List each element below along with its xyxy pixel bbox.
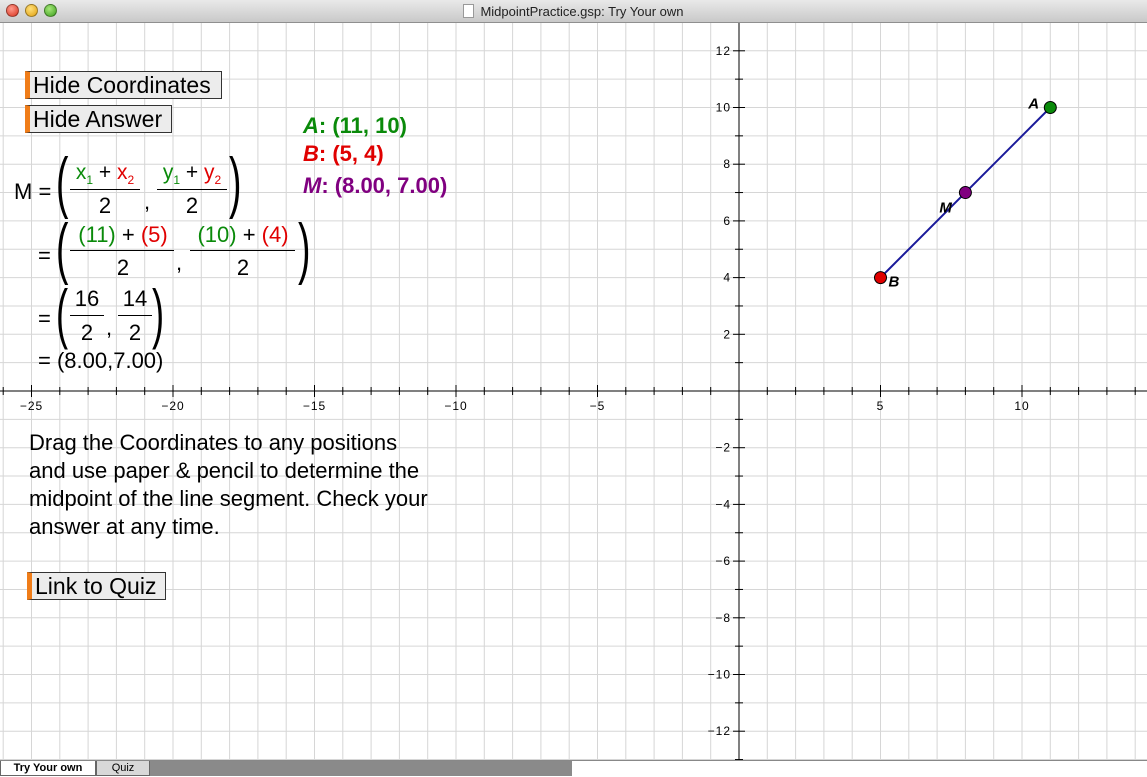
right-paren: ) xyxy=(229,144,242,220)
y-tick-label: 12 xyxy=(716,44,731,58)
graph-canvas[interactable]: −25 −20 −15 −10 −5 5 10−12−10−8−6−4−224681012 … xyxy=(0,23,1147,760)
substituted-x-numerator: (11) + (5) xyxy=(78,222,168,247)
sum-y-denominator: 2 xyxy=(128,320,142,345)
x-tick-label: −20 xyxy=(161,399,184,413)
hide-coordinates-button[interactable]: Hide Coordinates xyxy=(25,71,222,99)
window-title: MidpointPractice.gsp: Try Your own xyxy=(480,3,684,19)
comma: , xyxy=(106,315,113,340)
coord-b-value: : (5, 4) xyxy=(318,141,384,166)
coord-m-name: M xyxy=(303,173,322,198)
instructions-text: Drag the Coordinates to any positions an… xyxy=(29,430,428,539)
x-tick-label: −25 xyxy=(20,399,43,413)
y-tick-label: −4 xyxy=(715,497,731,511)
y-tick-label: −12 xyxy=(708,724,731,738)
y-tick-label: −6 xyxy=(715,554,731,568)
coord-m[interactable]: M: (8.00, 7.00) xyxy=(303,173,447,199)
sum-x-numerator: 16 xyxy=(74,286,100,311)
point-label-b: B xyxy=(889,274,900,291)
tab-quiz[interactable]: Quiz xyxy=(96,761,150,776)
point-label-a: A xyxy=(1027,96,1039,113)
y-tick-label: 4 xyxy=(723,271,731,285)
y-tick-label: −2 xyxy=(715,441,731,455)
formula-y-denominator: 2 xyxy=(185,193,199,218)
formula-x-numerator: x1 + x2 xyxy=(75,161,135,188)
right-paren: ) xyxy=(298,210,311,286)
coord-b[interactable]: B: (5, 4) xyxy=(303,141,384,167)
y-tick-label: 10 xyxy=(716,101,731,115)
x-tick-label: 5 xyxy=(877,399,885,413)
axes xyxy=(0,23,1147,760)
point-b[interactable] xyxy=(874,271,887,285)
fraction-bar xyxy=(157,189,227,190)
horizontal-scrollbar[interactable] xyxy=(150,761,572,776)
document-icon xyxy=(463,4,475,18)
equals-sign: = xyxy=(38,243,51,268)
coord-a-name: A xyxy=(303,113,319,138)
y-tick-label: −8 xyxy=(715,611,731,625)
point-label-m: M xyxy=(939,200,952,217)
fraction-bar xyxy=(70,315,104,316)
fraction-bar xyxy=(70,250,174,251)
title-bar: MidpointPractice.gsp: Try Your own xyxy=(0,0,1147,23)
formula-x-denominator: 2 xyxy=(98,193,112,218)
tab-try-your-own[interactable]: Try Your own xyxy=(0,761,96,776)
y-tick-label: 6 xyxy=(723,214,731,228)
x-tick-label: −10 xyxy=(444,399,467,413)
link-to-quiz-button[interactable]: Link to Quiz xyxy=(27,572,166,600)
window-title-container: MidpointPractice.gsp: Try Your own xyxy=(0,0,1147,22)
sum-x-denominator: 2 xyxy=(80,320,94,345)
equals-sign: = xyxy=(38,306,51,331)
page-tab-bar: Try Your own Quiz xyxy=(0,760,1147,777)
substituted-y-numerator: (10) + (4) xyxy=(197,222,289,247)
x-tick-label: −15 xyxy=(303,399,326,413)
hide-answer-button[interactable]: Hide Answer xyxy=(25,105,172,133)
coord-a-value: : (11, 10) xyxy=(318,113,407,138)
substituted-y-denominator: 2 xyxy=(236,255,250,280)
left-paren: ( xyxy=(56,276,69,350)
x-tick-label: −5 xyxy=(590,399,606,413)
coord-b-name: B xyxy=(303,141,319,166)
formula-y-numerator: y1 + y2 xyxy=(162,161,222,188)
right-paren: ) xyxy=(152,276,165,350)
comma: , xyxy=(144,189,151,214)
y-tick-label: −10 xyxy=(708,668,731,682)
sum-y-numerator: 14 xyxy=(122,286,148,311)
y-tick-label: 2 xyxy=(723,327,731,341)
m-equals-label: M = xyxy=(14,179,52,204)
y-tick-label: 8 xyxy=(723,157,731,171)
x-tick-label: 10 xyxy=(1014,399,1029,413)
coord-a[interactable]: A: (11, 10) xyxy=(303,113,407,139)
left-paren: ( xyxy=(56,210,69,286)
coord-m-value: : (8.00, 7.00) xyxy=(321,173,448,198)
point-a[interactable] xyxy=(1043,101,1057,114)
fraction-bar xyxy=(190,250,295,251)
fraction-bar xyxy=(118,315,152,316)
point-m[interactable] xyxy=(958,186,972,200)
fraction-bar xyxy=(70,189,140,190)
result: = (8.00,7.00) xyxy=(38,348,164,373)
comma: , xyxy=(176,250,183,275)
